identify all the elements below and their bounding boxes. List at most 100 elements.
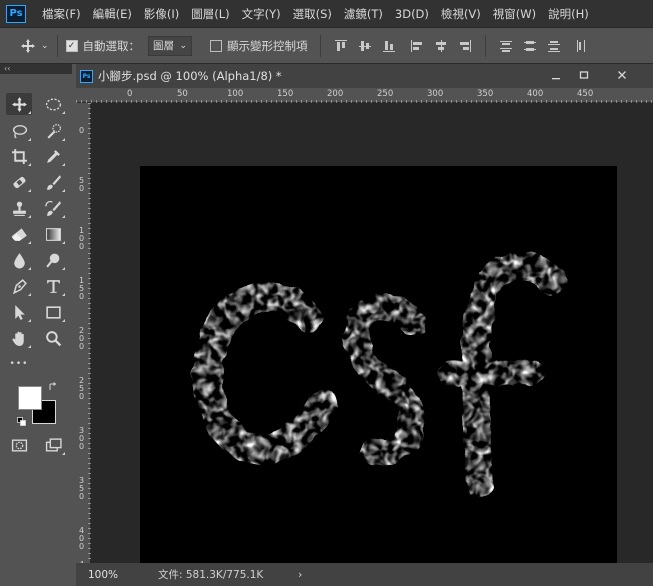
horizontal-ruler[interactable]: 0 50 100 150 200 250 300 350 400 450 [76,88,653,103]
ruler-label: 2 5 0 [79,376,85,401]
ruler-label: 100 [227,89,244,99]
restore-button[interactable] [574,68,594,82]
pen-tool[interactable] [6,275,32,297]
document-ps-icon: Ps [80,69,93,83]
blur-tool[interactable] [6,249,32,271]
spot-healing-brush-tool[interactable] [6,171,32,193]
ruler-label: 1 0 0 [79,226,85,251]
move-icon [11,96,27,112]
align-horizontal-center-icon[interactable] [434,39,448,53]
ruler-label: 0 [79,126,85,135]
swap-colors-icon[interactable] [48,382,58,392]
menu-filter[interactable]: 濾鏡(T) [338,6,389,22]
photoshop-logo: Ps [6,4,26,23]
ruler-label: 3 0 0 [79,426,85,451]
align-top-icon[interactable] [334,39,348,53]
tool-group-indicator [28,267,31,270]
clone-stamp-tool[interactable] [6,197,32,219]
ellipse-marquee-icon [45,97,61,111]
align-left-icon[interactable] [410,39,424,53]
divider [484,34,486,57]
move-tool-preset-icon[interactable] [20,38,36,54]
elliptical-marquee-tool[interactable] [40,93,66,115]
quick-mask-button[interactable] [6,434,32,456]
menu-image[interactable]: 影像(I) [138,6,185,22]
image-canvas[interactable]: CSF [140,166,617,583]
close-button[interactable] [612,68,632,82]
crop-tool[interactable] [6,145,32,167]
distribute-bottom-icon[interactable] [547,39,561,53]
eraser-icon [11,227,27,241]
history-brush-icon [44,200,61,216]
align-bottom-icon[interactable] [382,39,396,53]
eraser-tool[interactable] [6,223,32,245]
zoom-level-field[interactable]: 100% [76,569,128,581]
status-menu-arrow-icon[interactable]: › [298,568,302,581]
lasso-tool[interactable] [6,120,32,142]
type-tool[interactable] [40,275,66,297]
document-window: Ps 小腳步.psd @ 100% (Alpha1/8) * 0 50 100 … [76,64,653,586]
hand-tool[interactable] [6,327,32,349]
menu-window[interactable]: 視窗(W) [487,6,542,22]
menu-help[interactable]: 說明(H) [542,6,595,22]
tool-group-indicator [62,111,65,114]
screen-mode-button[interactable] [40,434,66,456]
menu-select[interactable]: 選取(S) [287,6,338,22]
pen-icon [12,278,27,294]
collapse-icon[interactable]: ‹‹ [4,64,10,73]
vertical-ruler[interactable]: 0 5 0 1 0 0 1 5 0 2 0 0 2 5 0 3 0 0 3 5 … [76,103,91,577]
tool-group-indicator [28,215,31,218]
auto-select-target-dropdown[interactable]: 圖層 ⌄ [148,35,193,56]
document-tab[interactable]: Ps 小腳步.psd @ 100% (Alpha1/8) * [76,64,653,88]
default-colors-icon[interactable] [17,416,26,426]
minimize-button[interactable] [546,68,566,82]
horizontal-ruler-ticks [76,100,652,103]
history-brush-tool[interactable] [40,197,66,219]
tool-group-indicator [28,163,31,166]
zoom-tool[interactable] [40,327,66,349]
tool-group-indicator [62,138,65,141]
hand-icon [11,331,24,346]
crop-icon [11,148,27,164]
document-title: 小腳步.psd @ 100% (Alpha1/8) * [98,69,282,83]
menu-file[interactable]: 檔案(F) [36,6,87,22]
menu-layer[interactable]: 圖層(L) [185,6,235,22]
brush-tool[interactable] [40,171,66,193]
menu-view[interactable]: 檢視(V) [435,6,487,22]
gradient-tool[interactable] [40,223,66,245]
tool-group-indicator [28,293,31,296]
move-tool[interactable] [6,93,32,115]
menu-edit[interactable]: 編輯(E) [87,6,138,22]
tool-group-indicator [62,293,65,296]
dodge-tool[interactable] [40,249,66,271]
align-vertical-center-icon[interactable] [358,39,372,53]
document-size-info[interactable]: 文件: 581.3K/775.1K [158,567,263,582]
tool-group-indicator [28,111,31,114]
distribute-vertical-center-icon[interactable] [523,39,537,53]
show-transform-checkbox[interactable] [210,39,223,52]
tools-panel: ••• [0,74,72,586]
distribute-top-icon[interactable] [499,39,513,53]
chevron-down-icon[interactable]: ⌄ [41,41,49,51]
toolbar-collapse-bar[interactable]: ‹‹ [0,64,72,74]
ruler-label: 300 [427,89,444,99]
distribute-left-icon[interactable] [575,39,589,53]
eyedropper-tool[interactable] [40,145,66,167]
tool-group-indicator [28,345,31,348]
menu-type[interactable]: 文字(Y) [236,6,287,22]
gradient-icon [45,227,61,241]
rectangle-tool[interactable] [40,301,66,323]
menu-3d[interactable]: 3D(D) [389,7,435,21]
foreground-color-swatch[interactable] [18,386,42,410]
quick-selection-tool[interactable] [40,120,66,142]
stamp-icon [12,201,26,216]
path-selection-tool[interactable] [6,301,32,323]
align-right-icon[interactable] [458,39,472,53]
pasteboard: CSF [91,103,653,583]
edit-toolbar-button[interactable]: ••• [6,353,32,375]
ruler-label: 0 [127,89,133,99]
lasso-icon [12,124,27,138]
brush-icon [46,174,61,190]
eyedropper-icon [46,149,60,163]
auto-select-checkbox[interactable]: ✓ [65,39,78,52]
